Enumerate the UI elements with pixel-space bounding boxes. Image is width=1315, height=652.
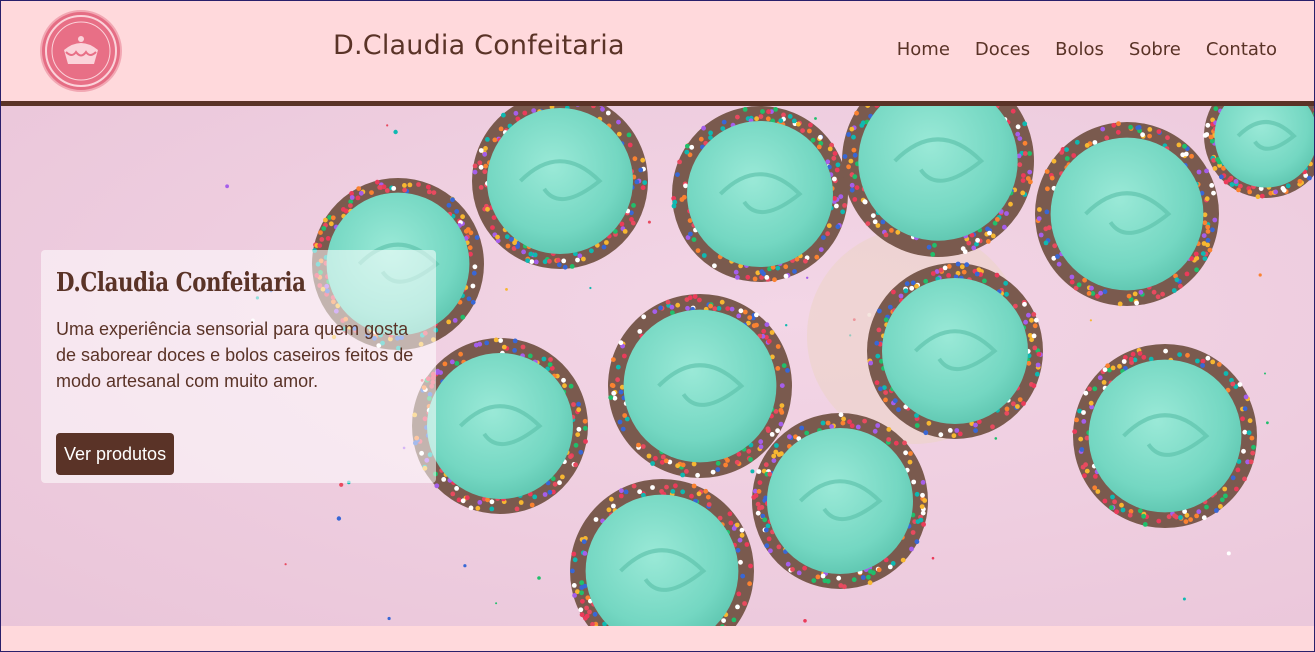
sprinkle xyxy=(463,564,467,568)
sprinkle xyxy=(1182,597,1186,601)
sprinkle xyxy=(505,288,508,291)
cupcake xyxy=(608,294,792,478)
nav-sobre[interactable]: Sobre xyxy=(1129,39,1181,60)
sprinkle xyxy=(1266,421,1269,425)
sprinkle xyxy=(336,516,342,521)
hero-section: D.Claudia Confeitaria Uma experiência se… xyxy=(0,106,1315,626)
sprinkle xyxy=(931,556,935,560)
sprinkle xyxy=(386,124,389,127)
hero-card: D.Claudia Confeitaria Uma experiência se… xyxy=(41,250,436,483)
sprinkle xyxy=(393,129,398,135)
hero-description: Uma experiência sensorial para quem gost… xyxy=(56,319,414,391)
logo-icon[interactable] xyxy=(40,10,122,92)
cupcake xyxy=(1035,121,1219,307)
sprinkle xyxy=(1264,372,1266,375)
sprinkle xyxy=(225,184,230,189)
view-products-button[interactable]: Ver produtos xyxy=(56,433,175,475)
cupcake xyxy=(1072,344,1257,528)
sprinkle xyxy=(339,482,344,487)
cupcake xyxy=(671,106,848,283)
cupcake xyxy=(412,337,588,514)
main-nav: Home Doces Bolos Sobre Contato xyxy=(897,39,1277,60)
site-title: D.Claudia Confeitaria xyxy=(333,30,625,61)
sprinkle xyxy=(647,220,651,224)
sprinkle xyxy=(994,437,998,440)
sprinkle xyxy=(495,602,498,605)
sprinkle xyxy=(387,616,391,621)
sprinkle xyxy=(803,619,807,623)
bottom-strip xyxy=(0,626,1315,652)
sprinkle xyxy=(806,276,809,279)
sprinkle xyxy=(750,469,755,474)
nav-contato[interactable]: Contato xyxy=(1206,39,1277,60)
sprinkle xyxy=(589,286,592,290)
hero-title: D.Claudia Confeitaria xyxy=(56,268,306,298)
cupcake xyxy=(751,412,928,590)
nav-home[interactable]: Home xyxy=(897,39,950,60)
sprinkle xyxy=(1226,551,1231,556)
sprinkle xyxy=(537,576,541,580)
sprinkle xyxy=(1258,273,1262,277)
cupcake xyxy=(867,261,1043,439)
nav-bolos[interactable]: Bolos xyxy=(1055,39,1104,60)
site-header: D.Claudia Confeitaria Home Doces Bolos S… xyxy=(0,0,1315,102)
sprinkle xyxy=(284,563,287,566)
nav-doces[interactable]: Doces xyxy=(975,39,1030,60)
sprinkle xyxy=(1089,319,1092,322)
sprinkle xyxy=(785,324,788,327)
sprinkle xyxy=(814,117,817,120)
